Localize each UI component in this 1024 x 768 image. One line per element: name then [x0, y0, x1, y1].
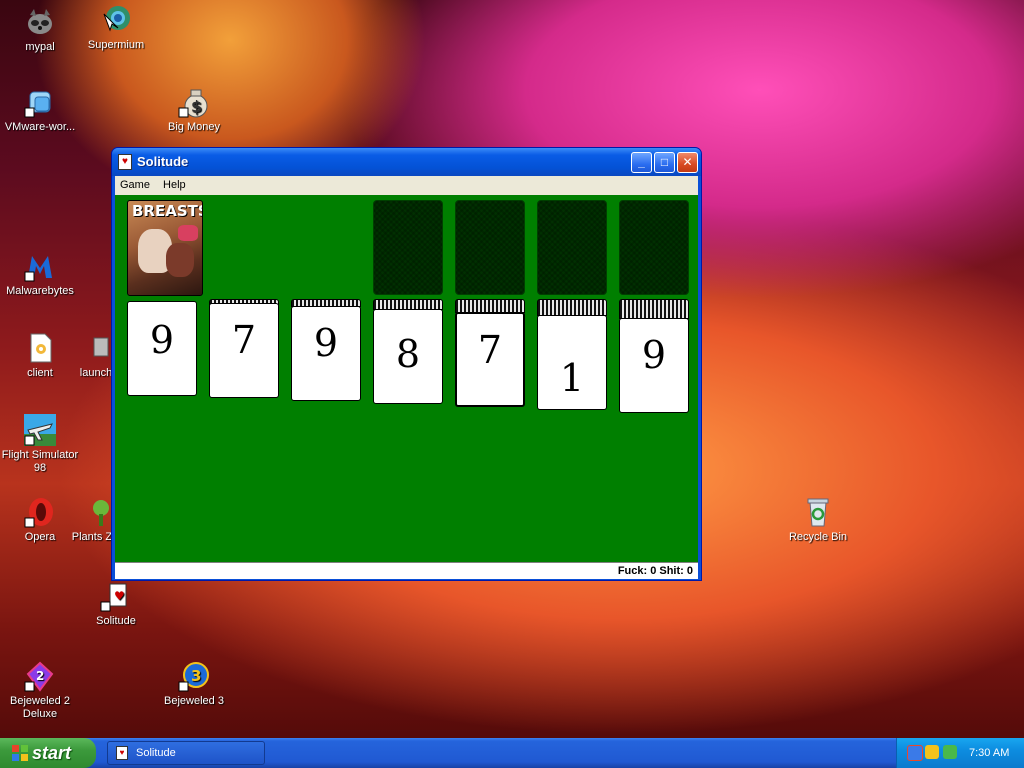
- network-icon[interactable]: [907, 745, 923, 761]
- tableau-card[interactable]: 9: [619, 318, 689, 413]
- menu-bar: Game Help: [115, 176, 698, 195]
- card-rank: 9: [149, 318, 175, 362]
- stock-card-text: BREASTS: [132, 202, 203, 220]
- desktop-icon-label: Big Money: [168, 121, 220, 133]
- desktop-icon-label: Bejeweled 2 Deluxe: [10, 695, 70, 720]
- menu-help[interactable]: Help: [158, 176, 191, 195]
- antivirus-icon[interactable]: [925, 745, 939, 759]
- maximize-button[interactable]: □: [654, 152, 675, 173]
- plant-icon: [79, 496, 111, 528]
- game-board: BREASTS 9 7 9 8 7 1 9: [115, 195, 698, 562]
- desktop-icon-big-money[interactable]: $ Big Money: [154, 86, 234, 134]
- cards-icon: ♥: [116, 746, 128, 760]
- desktop-icon-bejeweled-3[interactable]: 3 Bejeweled 3: [154, 660, 234, 708]
- money-bag-icon: $: [178, 86, 210, 118]
- cards-icon: ♥: [100, 580, 132, 612]
- svg-text:$: $: [191, 97, 202, 116]
- bejeweled-icon: 3: [178, 660, 210, 692]
- recycle-bin-icon: [802, 496, 834, 528]
- start-button[interactable]: start: [0, 738, 96, 768]
- close-button[interactable]: ✕: [677, 152, 698, 173]
- status-bar: Fuck: 0 Shit: 0: [115, 562, 698, 579]
- desktop-icon-recycle-bin[interactable]: Recycle Bin: [778, 496, 858, 544]
- cards-icon: ♥: [118, 154, 132, 170]
- start-label: start: [32, 743, 72, 763]
- face-down-cards: [537, 299, 607, 316]
- desktop-icon-label: Supermium: [87, 39, 145, 51]
- face-down-cards: [455, 299, 525, 313]
- desktop-icon-malwarebytes[interactable]: Malwarebytes: [0, 250, 80, 298]
- desktop-icon-label: VMware-wor...: [4, 121, 76, 133]
- tableau-card[interactable]: 9: [127, 301, 197, 396]
- card-rank: 7: [231, 318, 257, 362]
- card-rank: 7: [477, 328, 503, 372]
- desktop-icon-label: Recycle Bin: [788, 531, 848, 543]
- malwarebytes-icon: [24, 250, 56, 282]
- card-rank: 9: [313, 321, 339, 365]
- desktop-icon-label: Solitude: [96, 615, 136, 627]
- vmware-icon: [24, 86, 56, 118]
- tableau-card[interactable]: 1: [537, 315, 607, 410]
- stock-pile[interactable]: BREASTS: [127, 200, 203, 296]
- system-tray: 7:30 AM: [896, 738, 1024, 768]
- desktop-icon-flight-simulator[interactable]: Flight Simulator 98: [0, 414, 80, 475]
- tableau-card[interactable]: 7: [455, 312, 525, 407]
- menu-game[interactable]: Game: [115, 176, 155, 195]
- desktop-icon-mypal[interactable]: mypal: [0, 6, 80, 54]
- foundation-slot[interactable]: [455, 200, 525, 295]
- launcher-icon: [80, 332, 112, 364]
- card-rank: 1: [559, 356, 585, 400]
- taskbar-item-solitude[interactable]: ♥ Solitude: [107, 741, 265, 765]
- tableau-card[interactable]: 7: [209, 303, 279, 398]
- desktop-icon-solitude[interactable]: ♥ Solitude: [76, 580, 156, 628]
- foundation-slot[interactable]: [373, 200, 443, 295]
- desktop-icon-label: launch: [79, 367, 113, 379]
- card-rank: 8: [395, 332, 421, 376]
- score-text: Fuck: 0 Shit: 0: [617, 565, 693, 577]
- foundation-slot[interactable]: [537, 200, 607, 295]
- airplane-icon: [24, 414, 56, 446]
- file-icon: [24, 332, 56, 364]
- face-down-cards: [619, 299, 689, 319]
- windows-logo-icon: [12, 745, 28, 761]
- clock[interactable]: 7:30 AM: [969, 738, 1009, 768]
- svg-text:3: 3: [191, 667, 201, 685]
- desktop-icon-bejeweled-2[interactable]: 2 Bejeweled 2 Deluxe: [0, 660, 80, 721]
- bejeweled-icon: 2: [24, 660, 56, 692]
- window-titlebar[interactable]: ♥ Solitude _ □ ✕: [112, 148, 701, 176]
- raccoon-icon: [24, 6, 56, 38]
- window-title: Solitude: [137, 154, 189, 169]
- desktop-icon-vmware[interactable]: VMware-wor...: [0, 86, 80, 134]
- desktop-icon-supermium[interactable]: Supermium: [76, 4, 156, 52]
- taskbar-item-label: Solitude: [136, 747, 176, 759]
- tableau-card[interactable]: 9: [291, 306, 361, 401]
- tableau-card[interactable]: 8: [373, 309, 443, 404]
- taskbar: start ♥ Solitude 7:30 AM: [0, 738, 1024, 768]
- desktop-icon-label: Malwarebytes: [6, 285, 74, 297]
- svg-text:♥: ♥: [114, 589, 125, 603]
- desktop-icon-label: Flight Simulator 98: [1, 449, 79, 474]
- update-icon[interactable]: [943, 745, 957, 759]
- globe-icon: [100, 4, 132, 36]
- desktop-icon-label: Opera: [24, 531, 56, 543]
- desktop-icon-label: Bejeweled 3: [164, 695, 224, 707]
- card-rank: 9: [641, 333, 667, 377]
- desktop-icon-label: mypal: [25, 41, 55, 53]
- foundation-slot[interactable]: [619, 200, 689, 295]
- desktop-icon-label: client: [27, 367, 53, 379]
- solitude-window: ♥ Solitude _ □ ✕ Game Help BREASTS 9 7 9…: [111, 147, 702, 581]
- svg-text:2: 2: [36, 669, 44, 683]
- opera-icon: [24, 496, 56, 528]
- minimize-button[interactable]: _: [631, 152, 652, 173]
